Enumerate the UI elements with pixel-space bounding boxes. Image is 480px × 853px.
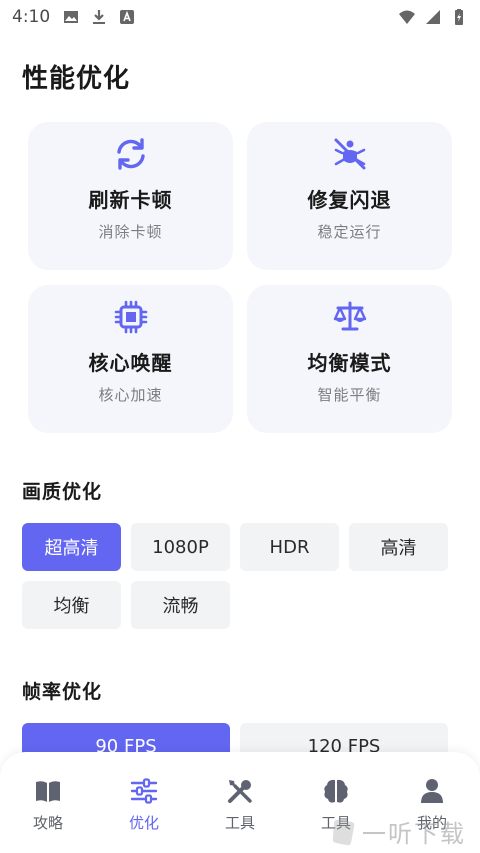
status-bar: 4:10 <box>0 0 480 33</box>
brain-icon <box>324 779 348 803</box>
battery-charging-icon <box>455 8 463 25</box>
bug-off-icon <box>334 138 365 170</box>
card-subtitle: 稳定运行 <box>317 223 382 241</box>
card-core-wake[interactable]: 核心唤醒 核心加速 <box>28 285 233 433</box>
status-time: 4:10 <box>12 6 51 27</box>
framerate-section-title: 帧率优化 <box>22 681 103 703</box>
nav-label: 优化 <box>128 814 159 832</box>
image-icon <box>64 10 79 23</box>
nav-label: 攻略 <box>32 814 63 832</box>
card-balance-mode[interactable]: 均衡模式 智能平衡 <box>247 285 452 433</box>
card-refresh-lag[interactable]: 刷新卡顿 消除卡顿 <box>28 122 233 270</box>
card-subtitle: 消除卡顿 <box>98 223 163 241</box>
font-a-icon <box>120 9 135 24</box>
nav-label: 工具 <box>224 814 255 832</box>
quality-option[interactable]: 高清 <box>349 523 448 571</box>
quality-option[interactable]: 超高清 <box>22 523 121 571</box>
refresh-icon <box>116 138 145 170</box>
card-title: 均衡模式 <box>307 351 392 375</box>
signal-icon <box>426 9 440 24</box>
watermark-logo-icon <box>332 819 355 845</box>
sliders-icon <box>130 778 158 804</box>
wifi-icon <box>399 10 415 24</box>
card-title: 刷新卡顿 <box>88 188 173 212</box>
quality-option[interactable]: 流畅 <box>131 581 230 629</box>
user-icon <box>421 779 443 803</box>
quality-option[interactable]: 均衡 <box>22 581 121 629</box>
status-system-icons <box>398 8 468 26</box>
card-title: 修复闪退 <box>307 188 392 212</box>
card-fix-crash[interactable]: 修复闪退 稳定运行 <box>247 122 452 270</box>
card-subtitle: 核心加速 <box>98 386 163 404</box>
download-icon <box>93 9 106 24</box>
card-subtitle: 智能平衡 <box>317 386 382 404</box>
scale-balance-icon <box>333 301 366 331</box>
tools-icon <box>228 780 252 803</box>
nav-item-tools[interactable]: 工具 <box>192 752 288 853</box>
status-notification-icons <box>62 8 136 26</box>
quality-option[interactable]: 1080P <box>131 523 230 571</box>
quality-section-title: 画质优化 <box>22 481 103 503</box>
book-icon <box>36 781 60 802</box>
cpu-chip-icon <box>114 300 147 334</box>
quality-option[interactable]: HDR <box>240 523 339 571</box>
card-title: 核心唤醒 <box>88 351 173 375</box>
watermark: 一听下载 <box>330 814 466 849</box>
nav-item-guide[interactable]: 攻略 <box>0 752 96 853</box>
nav-item-optimize[interactable]: 优化 <box>96 752 192 853</box>
watermark-text: 一听下载 <box>362 820 466 848</box>
page-title: 性能优化 <box>22 64 131 94</box>
